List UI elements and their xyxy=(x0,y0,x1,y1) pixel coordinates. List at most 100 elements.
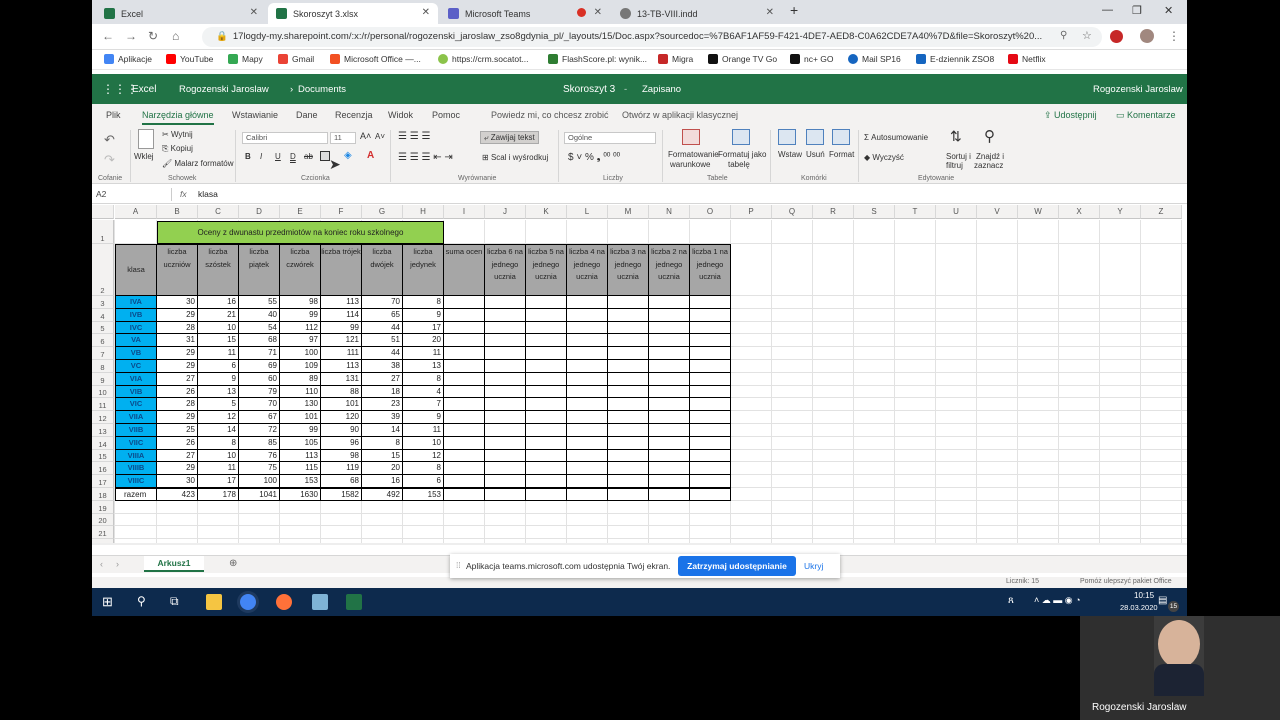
fx-icon[interactable]: fx xyxy=(180,189,187,199)
value-cell[interactable]: 4 xyxy=(403,385,444,399)
stop-sharing-button[interactable]: Zatrzymaj udostępnianie xyxy=(678,556,796,576)
column-header-e[interactable]: E xyxy=(280,205,321,219)
empty-cell[interactable] xyxy=(608,436,649,450)
empty-cell[interactable] xyxy=(444,347,485,360)
value-cell[interactable]: 9 xyxy=(403,308,444,322)
column-header-k[interactable]: K xyxy=(526,205,567,219)
open-desktop-app[interactable]: Otwórz w aplikacji klasycznej xyxy=(622,110,738,120)
bookmark-item[interactable]: Migra xyxy=(658,54,693,64)
empty-cell[interactable] xyxy=(567,424,608,437)
row-header[interactable]: 15 xyxy=(92,449,114,463)
empty-cell[interactable] xyxy=(444,449,485,463)
empty-cell[interactable] xyxy=(526,296,567,309)
value-cell[interactable]: 101 xyxy=(321,398,362,412)
bookmark-star-icon[interactable]: ☆ xyxy=(1082,29,1092,42)
merge-button[interactable]: ⊞ Scal i wyśrodkuj xyxy=(482,153,548,162)
empty-cell[interactable] xyxy=(649,321,690,335)
empty-cell[interactable] xyxy=(649,462,690,476)
double-underline-icon[interactable]: D xyxy=(290,152,296,161)
empty-cell[interactable] xyxy=(567,308,608,322)
url-input[interactable]: 🔒 17logdy-my.sharepoint.com/:x:/r/persona… xyxy=(202,27,1102,47)
total-cell[interactable]: 153 xyxy=(403,488,444,501)
total-cell[interactable]: 423 xyxy=(157,488,198,501)
value-cell[interactable]: 16 xyxy=(198,296,239,309)
formula-input[interactable]: klasa xyxy=(198,189,218,199)
bookmark-item[interactable]: YouTube xyxy=(166,54,213,64)
minimize-icon[interactable]: — xyxy=(1102,4,1113,16)
tray-icons[interactable]: ˄ ☁ ▬ ◉ ◔ xyxy=(1034,595,1081,606)
empty-cell[interactable] xyxy=(690,372,731,386)
empty-cell[interactable] xyxy=(485,321,526,335)
value-cell[interactable]: 26 xyxy=(157,385,198,399)
video-tile[interactable]: Rogozenski Jaroslaw xyxy=(1080,616,1280,720)
empty-cell[interactable] xyxy=(690,449,731,463)
empty-cell[interactable] xyxy=(608,385,649,399)
tab-review[interactable]: Recenzja xyxy=(335,110,373,120)
value-cell[interactable]: 21 xyxy=(198,308,239,322)
value-cell[interactable]: 8 xyxy=(403,372,444,386)
value-cell[interactable]: 96 xyxy=(321,436,362,450)
empty-cell[interactable] xyxy=(526,372,567,386)
column-header-o[interactable]: O xyxy=(690,205,731,219)
column-header-w[interactable]: W xyxy=(1018,205,1059,219)
empty-cell[interactable] xyxy=(526,475,567,488)
bold-icon[interactable]: B xyxy=(245,152,251,161)
empty-cell[interactable] xyxy=(690,308,731,322)
value-cell[interactable]: 111 xyxy=(321,347,362,360)
value-cell[interactable]: 20 xyxy=(362,462,403,476)
total-cell[interactable]: 1582 xyxy=(321,488,362,501)
comments-button[interactable]: ▭ Komentarze xyxy=(1116,110,1176,121)
empty-cell[interactable] xyxy=(526,308,567,322)
excel-icon[interactable] xyxy=(346,594,362,610)
column-header-b[interactable]: B xyxy=(157,205,198,219)
windows-start-icon[interactable]: ⊞ xyxy=(102,594,118,610)
empty-cell[interactable] xyxy=(567,321,608,335)
value-cell[interactable]: 8 xyxy=(403,462,444,476)
empty-cell[interactable] xyxy=(567,360,608,373)
empty-cell[interactable] xyxy=(690,488,731,501)
value-cell[interactable]: 112 xyxy=(280,321,321,335)
empty-cell[interactable] xyxy=(485,475,526,488)
conditional-format-button[interactable]: Formatowanie xyxy=(668,150,719,159)
value-cell[interactable]: 70 xyxy=(362,296,403,309)
header-cell[interactable]: klasa xyxy=(115,244,157,296)
column-header-d[interactable]: D xyxy=(239,205,280,219)
row-header[interactable]: 13 xyxy=(92,424,114,437)
empty-cell[interactable] xyxy=(649,436,690,450)
header-cell[interactable]: liczba 6 na jednego ucznia xyxy=(485,244,526,296)
column-header-j[interactable]: J xyxy=(485,205,526,219)
value-cell[interactable]: 7 xyxy=(403,398,444,412)
empty-cell[interactable] xyxy=(444,296,485,309)
column-header-z[interactable]: Z xyxy=(1141,205,1182,219)
empty-cell[interactable] xyxy=(649,424,690,437)
header-cell[interactable]: liczba 2 na jednego ucznia xyxy=(649,244,690,296)
total-cell[interactable]: 1041 xyxy=(239,488,280,501)
empty-cell[interactable] xyxy=(608,308,649,322)
header-cell[interactable]: liczba czwórek xyxy=(280,244,321,296)
value-cell[interactable]: 68 xyxy=(321,475,362,488)
empty-cell[interactable] xyxy=(690,334,731,348)
column-header-n[interactable]: N xyxy=(649,205,690,219)
underline-icon[interactable]: U xyxy=(275,152,281,161)
value-cell[interactable]: 31 xyxy=(157,334,198,348)
value-cell[interactable]: 12 xyxy=(403,449,444,463)
value-cell[interactable]: 121 xyxy=(321,334,362,348)
value-cell[interactable]: 6 xyxy=(403,475,444,488)
tab-file[interactable]: Plik xyxy=(106,110,121,120)
column-header-t[interactable]: T xyxy=(895,205,936,219)
class-cell[interactable]: VIIIB xyxy=(115,462,157,476)
empty-cell[interactable] xyxy=(649,411,690,424)
empty-cell[interactable] xyxy=(485,411,526,424)
value-cell[interactable]: 131 xyxy=(321,372,362,386)
empty-cell[interactable] xyxy=(444,436,485,450)
value-cell[interactable]: 115 xyxy=(280,462,321,476)
row-header[interactable]: 18 xyxy=(92,488,114,501)
bookmark-item[interactable]: https://crm.socatot... xyxy=(438,54,529,64)
empty-cell[interactable] xyxy=(444,411,485,424)
value-cell[interactable]: 67 xyxy=(239,411,280,424)
sheet-tab-arkusz1[interactable]: Arkusz1 xyxy=(144,556,204,572)
tab-data[interactable]: Dane xyxy=(296,110,318,120)
empty-cell[interactable] xyxy=(649,296,690,309)
value-cell[interactable]: 39 xyxy=(362,411,403,424)
value-cell[interactable]: 85 xyxy=(239,436,280,450)
